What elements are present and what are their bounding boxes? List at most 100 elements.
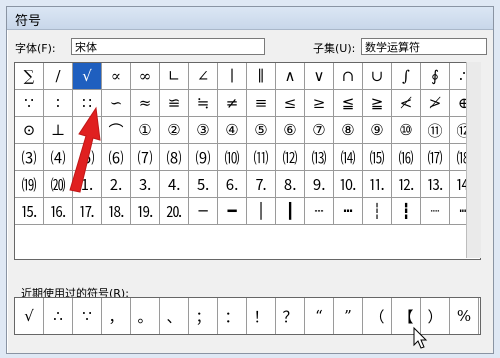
symbol-cell[interactable]: ≡ [247, 90, 276, 117]
symbol-cell[interactable]: ⊿ [73, 117, 102, 144]
symbol-cell[interactable]: ∮ [421, 63, 450, 90]
symbol-cell[interactable]: ⒖ [15, 198, 44, 225]
symbol-cell[interactable]: ⒚ [131, 198, 160, 225]
recent-symbol-cell[interactable]: ” [334, 298, 363, 334]
recent-symbol-cell[interactable]: ∵ [73, 298, 102, 334]
recent-symbol-cell[interactable]: ∴ [44, 298, 73, 334]
symbol-cell[interactable]: √ [73, 63, 102, 90]
recent-symbol-cell[interactable]: ， [102, 298, 131, 334]
symbol-cell[interactable]: ⒇ [44, 171, 73, 198]
symbol-cell[interactable]: ⑩ [392, 117, 421, 144]
symbol-cell[interactable]: ≧ [363, 90, 392, 117]
symbol-cell[interactable]: ≈ [131, 90, 160, 117]
symbol-cell[interactable]: ⌒ [102, 117, 131, 144]
symbol-cell[interactable]: ② [160, 117, 189, 144]
symbol-cell[interactable]: ∵ [15, 90, 44, 117]
symbol-cell[interactable]: ≮ [392, 90, 421, 117]
recent-symbol-cell[interactable]: ？ [276, 298, 305, 334]
symbol-cell[interactable]: ∣ [218, 63, 247, 90]
symbol-cell[interactable]: ━ [218, 198, 247, 225]
symbol-cell[interactable]: ⒘ [73, 198, 102, 225]
recent-symbol-cell[interactable]: （ [363, 298, 392, 334]
symbol-cell[interactable]: ∨ [305, 63, 334, 90]
symbol-cell[interactable]: ④ [218, 117, 247, 144]
symbol-cell[interactable]: ∝ [102, 63, 131, 90]
symbol-cell[interactable]: ∫ [392, 63, 421, 90]
symbol-cell[interactable]: ⒔ [421, 171, 450, 198]
symbol-cell[interactable]: ┃ [276, 198, 305, 225]
symbol-cell[interactable]: ⒍ [218, 171, 247, 198]
symbol-cell[interactable]: ≦ [334, 90, 363, 117]
symbol-cell[interactable]: ≥ [305, 90, 334, 117]
symbol-cell[interactable]: ∞ [131, 63, 160, 90]
symbol-cell[interactable]: ⒃ [392, 144, 421, 171]
symbol-cell[interactable]: ≠ [218, 90, 247, 117]
symbol-cell[interactable]: ≤ [276, 90, 305, 117]
recent-symbol-cell[interactable]: 、 [160, 298, 189, 334]
symbol-cell[interactable]: ⑾ [247, 144, 276, 171]
font-select[interactable]: 宋体 [71, 38, 265, 55]
symbol-cell[interactable]: ⑿ [276, 144, 305, 171]
symbol-cell[interactable]: ∟ [160, 63, 189, 90]
recent-symbol-cell[interactable]: ； [189, 298, 218, 334]
symbol-cell[interactable]: ⒋ [160, 171, 189, 198]
symbol-cell[interactable]: ⒙ [102, 198, 131, 225]
symbol-cell[interactable]: ─ [189, 198, 218, 225]
symbol-cell[interactable]: ┅ [334, 198, 363, 225]
symbol-cell[interactable]: ⑷ [44, 144, 73, 171]
symbol-cell[interactable]: ┈ [421, 198, 450, 225]
recent-symbol-cell[interactable]: 【 [392, 298, 421, 334]
symbol-cell[interactable]: ∩ [334, 63, 363, 90]
recent-symbol-cell[interactable]: ： [218, 298, 247, 334]
symbol-cell[interactable]: ∷ [73, 90, 102, 117]
symbol-cell[interactable]: ⑪ [421, 117, 450, 144]
symbol-cell[interactable]: ⊥ [44, 117, 73, 144]
symbol-cell[interactable]: ⒓ [392, 171, 421, 198]
symbol-cell[interactable]: ≯ [421, 90, 450, 117]
symbol-cell[interactable]: ⒑ [334, 171, 363, 198]
symbol-cell[interactable]: ⒏ [276, 171, 305, 198]
subset-select[interactable]: 数学运算符 [361, 38, 487, 55]
symbol-cell[interactable]: ∽ [102, 90, 131, 117]
symbol-cell[interactable]: │ [247, 198, 276, 225]
symbol-cell[interactable]: ⑶ [15, 144, 44, 171]
recent-symbol-cell[interactable]: “ [305, 298, 334, 334]
recent-symbol-cell[interactable]: 。 [131, 298, 160, 334]
recent-symbol-cell[interactable]: ） [421, 298, 450, 334]
symbol-cell[interactable]: ⒊ [131, 171, 160, 198]
recent-symbol-cell[interactable]: ！ [247, 298, 276, 334]
symbol-cell[interactable]: ⑺ [131, 144, 160, 171]
symbol-cell[interactable]: ⒛ [160, 198, 189, 225]
symbol-cell[interactable]: ⑥ [276, 117, 305, 144]
symbol-cell[interactable]: ⑤ [247, 117, 276, 144]
recent-symbol-cell[interactable]: √ [15, 298, 44, 334]
symbol-cell[interactable]: ⑼ [189, 144, 218, 171]
symbol-cell[interactable]: ⒁ [334, 144, 363, 171]
symbol-cell[interactable]: ⑧ [334, 117, 363, 144]
symbol-cell[interactable]: ∧ [276, 63, 305, 90]
symbol-cell[interactable]: ┄ [305, 198, 334, 225]
symbol-cell[interactable]: ≌ [160, 90, 189, 117]
recent-symbol-cell[interactable]: % [450, 298, 479, 334]
symbol-cell[interactable]: ∥ [247, 63, 276, 90]
symbol-cell[interactable]: ∶ [44, 90, 73, 117]
symbol-cell[interactable]: ⒒ [363, 171, 392, 198]
symbol-cell[interactable]: ⑨ [363, 117, 392, 144]
symbol-cell[interactable]: ┇ [392, 198, 421, 225]
symbol-cell[interactable]: ⑻ [160, 144, 189, 171]
symbol-cell[interactable]: ⒀ [305, 144, 334, 171]
symbol-cell[interactable]: ≒ [189, 90, 218, 117]
symbol-cell[interactable]: ⑹ [102, 144, 131, 171]
symbol-cell[interactable]: ∠ [189, 63, 218, 90]
symbol-cell[interactable]: ⒎ [247, 171, 276, 198]
symbol-cell[interactable]: ⒗ [44, 198, 73, 225]
symbol-cell[interactable]: ① [131, 117, 160, 144]
symbol-cell[interactable]: ⒐ [305, 171, 334, 198]
symbol-cell[interactable]: ⊙ [15, 117, 44, 144]
symbol-cell[interactable]: ⒄ [421, 144, 450, 171]
symbol-cell[interactable]: ∑ [15, 63, 44, 90]
symbol-cell[interactable]: ⒌ [189, 171, 218, 198]
symbol-cell[interactable]: ⑦ [305, 117, 334, 144]
symbol-cell[interactable]: ⒂ [363, 144, 392, 171]
symbol-cell[interactable]: ⑽ [218, 144, 247, 171]
